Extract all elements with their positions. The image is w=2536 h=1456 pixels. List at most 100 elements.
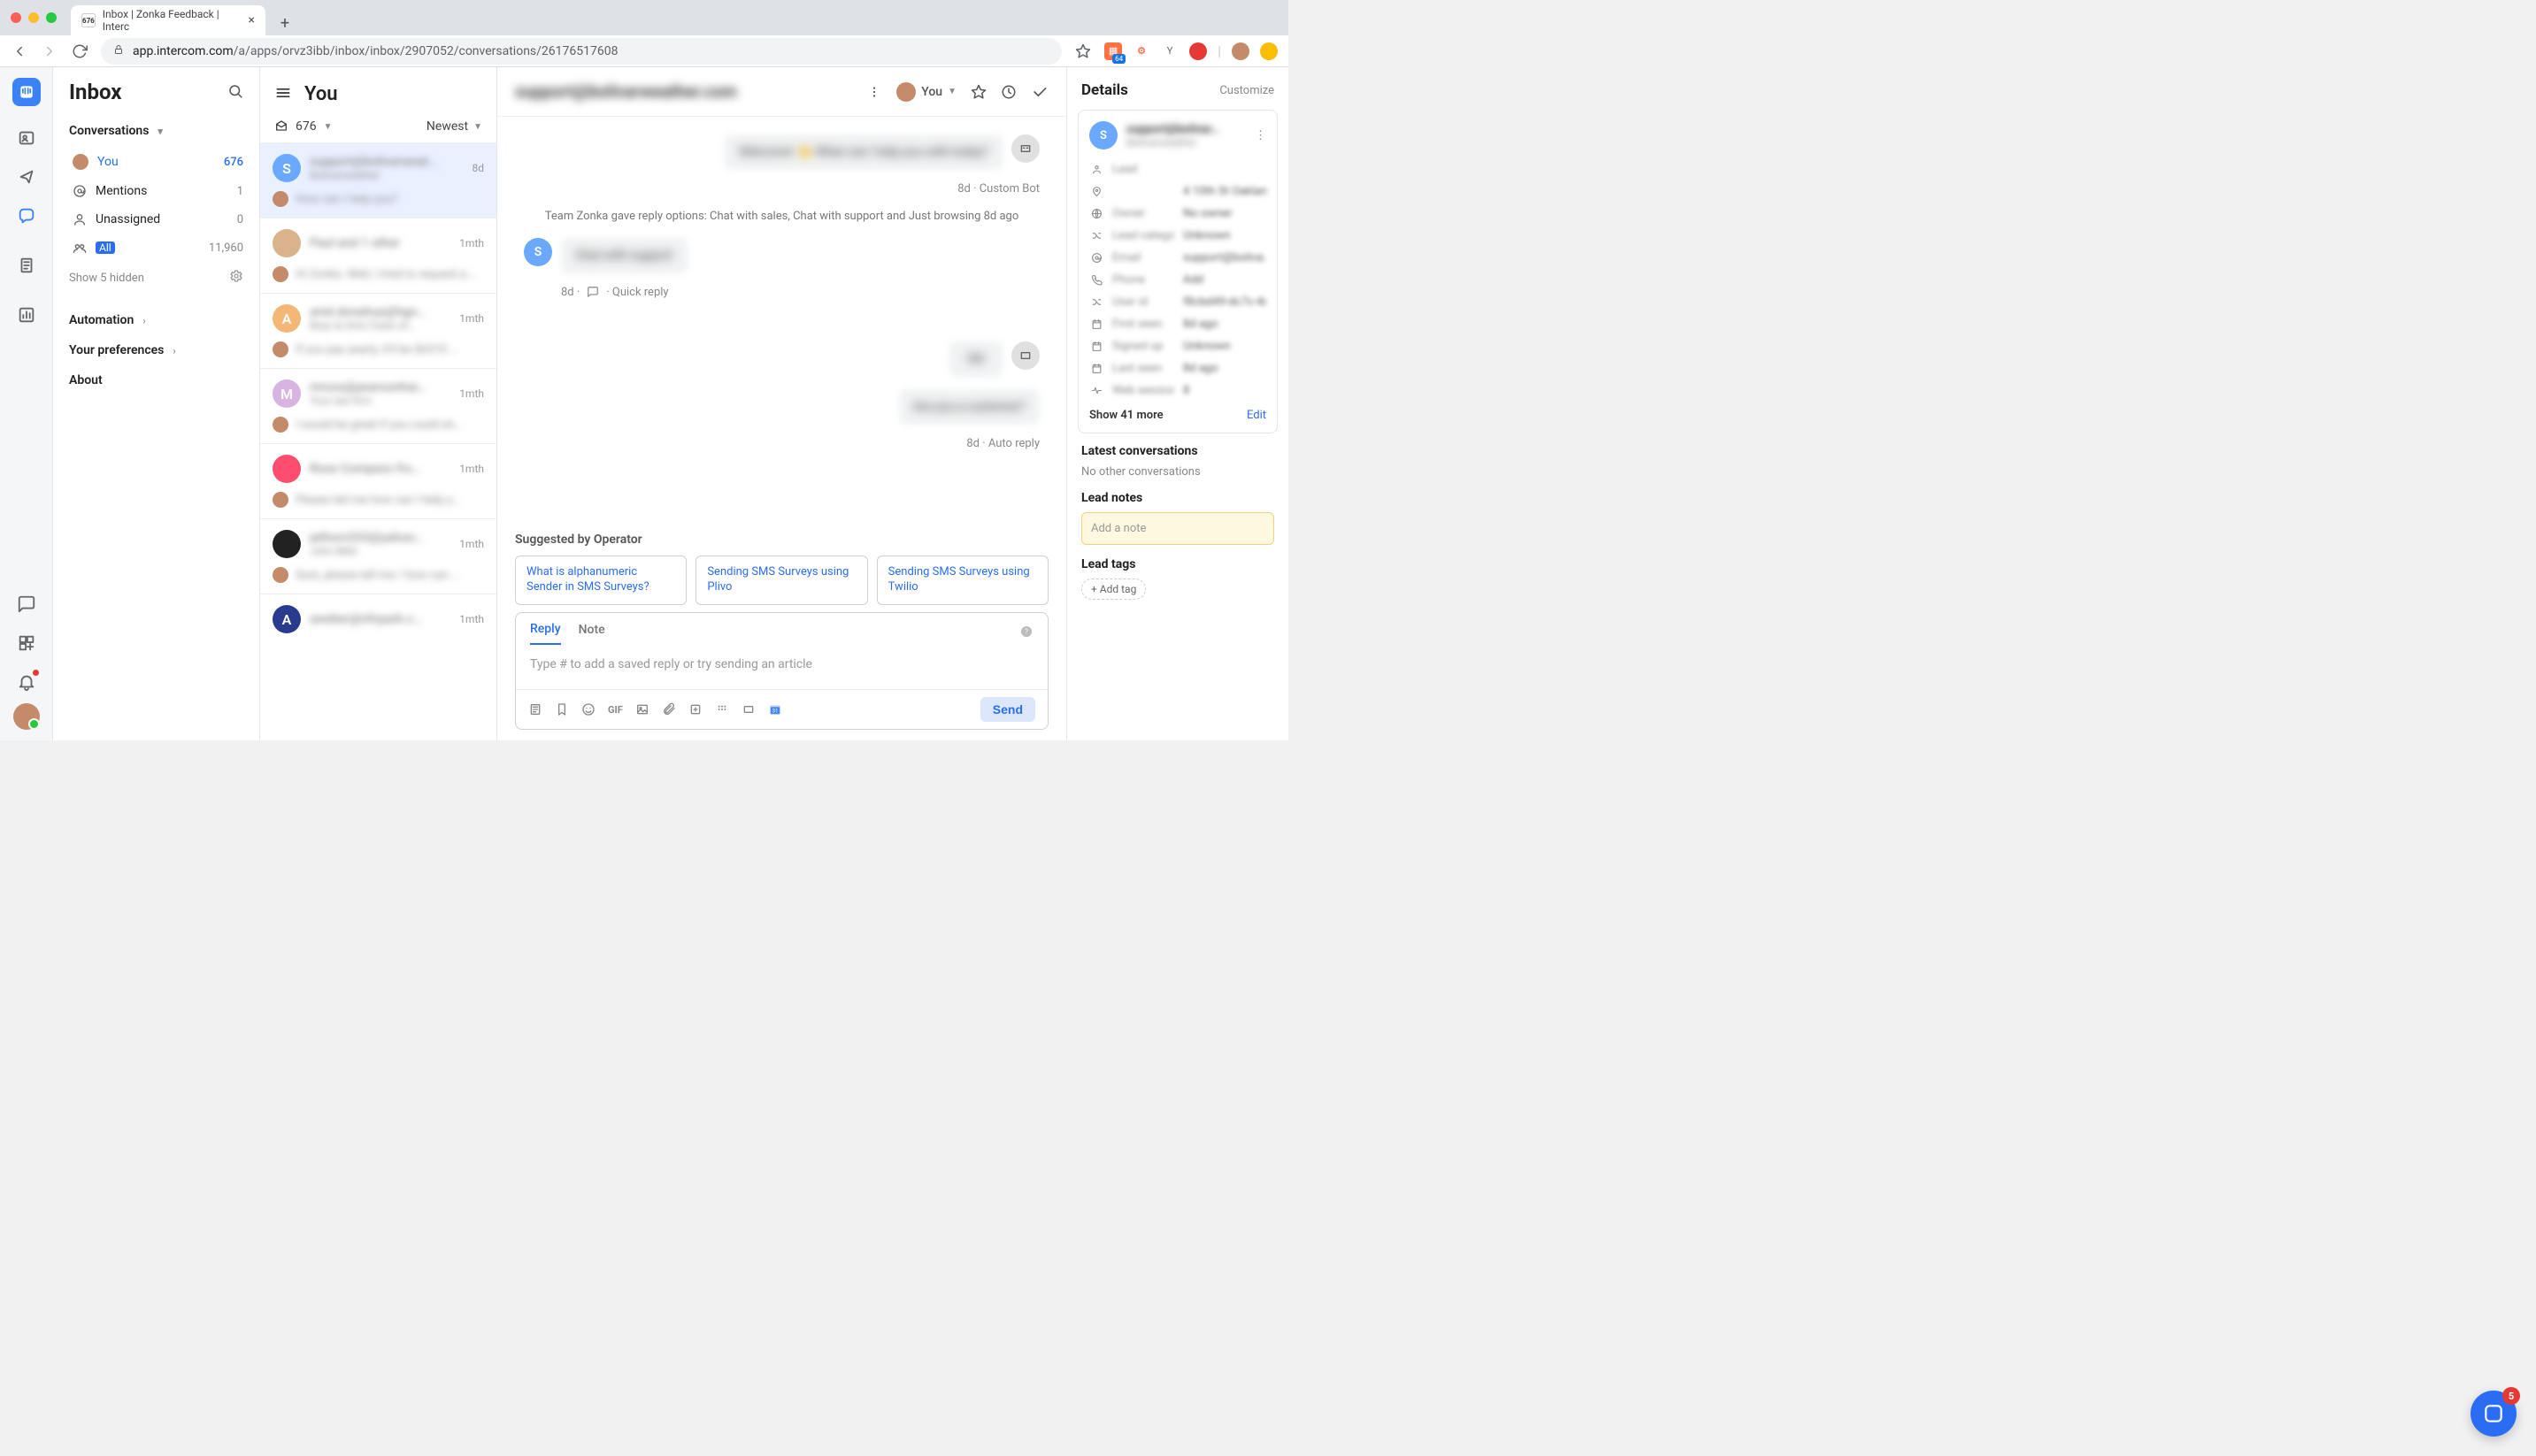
attachment-icon[interactable] [662,702,676,717]
about-link[interactable]: About [69,366,243,395]
conversation-item[interactable]: Aaweber@nfcpark.c…1mth [260,594,496,644]
saved-reply-icon[interactable] [528,702,542,717]
chevron-right-icon: › [173,345,175,356]
show-more-button[interactable]: Show 41 more [1089,409,1164,422]
help-icon[interactable]: ? [1019,625,1034,642]
detail-row: OwnerNo owner [1089,203,1266,225]
reply-tab[interactable]: Reply [530,622,561,645]
tab-close-icon[interactable]: × [249,13,255,27]
rail-outbound-icon[interactable] [9,159,44,195]
rail-reports-icon[interactable] [9,297,44,333]
conversation-item[interactable]: jathorn333@yahoo…John Bibb1mthSure, plea… [260,518,496,594]
emoji-icon[interactable] [581,702,596,717]
bookmark-star-icon[interactable] [1074,42,1092,60]
conversations-section-toggle[interactable]: Conversations ▾ [69,117,243,145]
assignee-dropdown[interactable]: You ▼ [896,82,957,102]
grid-icon[interactable] [715,702,729,717]
automation-link[interactable]: Automation › [69,306,243,334]
card-icon[interactable] [742,702,756,717]
detail-row: Signed upUnknown [1089,335,1266,357]
inbox-filter-mentions[interactable]: Mentions 1 [73,177,243,205]
calendar-icon[interactable]: 31 [768,702,782,717]
conv-title: Rose Compass fro… [310,462,450,476]
inbox-filter-all[interactable]: All 11,960 [73,234,243,262]
rail-inbox-icon[interactable] [9,198,44,234]
extension-hubspot-icon[interactable]: ⚙ [1133,42,1150,60]
edit-link[interactable]: Edit [1247,409,1266,422]
maximize-window[interactable] [46,12,57,23]
note-tab[interactable]: Note [579,623,605,644]
nav-reload-button[interactable] [71,42,88,60]
rail-articles-icon[interactable] [9,248,44,283]
extension-icon[interactable]: ▦64 [1104,42,1122,60]
conversation-item[interactable]: Mmross@pearsonhar…Your law firm1mthI wou… [260,368,496,443]
sort-dropdown[interactable]: Newest ▼ [427,119,482,134]
send-button[interactable]: Send [980,697,1035,722]
detail-row: Last seen8d ago [1089,357,1266,379]
rail-chat-icon[interactable] [9,586,44,622]
rail-contacts-icon[interactable] [9,120,44,156]
open-count-dropdown[interactable]: 676 ▼ [274,119,333,134]
intercom-logo[interactable] [12,78,41,106]
add-note-input[interactable]: Add a note [1081,512,1274,545]
gear-icon[interactable] [229,269,243,287]
message-timestamp: 8d · Auto reply [524,437,1040,450]
conversation-item[interactable]: Rose Compass fro…1mthPlease tell me how … [260,443,496,518]
inbox-filter-you[interactable]: You 676 [73,147,243,177]
conversation-item[interactable]: Aariel.donahue@hgn…Boys & Girls Clubs of… [260,293,496,368]
close-check-icon[interactable] [1031,83,1049,101]
shuffle-icon [1089,230,1103,241]
conv-preview: Please tell me how can I help y… [296,494,459,507]
conversation-item[interactable]: Paul and 1 other1mthHi Zonka. Well, I tr… [260,218,496,293]
extension-icon[interactable] [1189,42,1207,60]
new-tab-button[interactable]: + [273,11,297,35]
more-menu-icon[interactable] [866,84,882,100]
inbox-filter-unassigned[interactable]: Unassigned 0 [73,205,243,234]
suggested-article[interactable]: Sending SMS Surveys using Twilio [877,556,1049,605]
browser-tab-active[interactable]: 676 Inbox | Zonka Feedback | Interc × [71,5,265,35]
extension-icon[interactable]: Y [1161,42,1179,60]
conversation-title: support@bolivarweather.com [515,81,737,102]
search-icon[interactable] [227,80,243,104]
conversation-list: You 676 ▼ Newest ▼ Ssupport@bolivarweat…… [260,67,497,740]
snooze-clock-icon[interactable] [1001,84,1017,100]
avatar-icon [896,82,916,102]
hamburger-icon[interactable] [274,84,292,105]
intercom-launcher[interactable]: 5 [2471,1391,2517,1437]
image-icon[interactable] [635,702,649,717]
list-title: You [304,83,338,105]
minimize-window[interactable] [28,12,39,23]
rail-apps-icon[interactable] [9,625,44,661]
show-hidden-button[interactable]: Show 5 hidden [69,264,243,292]
conversation-item[interactable]: Ssupport@bolivarweat…Bolivarweather8dHow… [260,142,496,218]
detail-key: Web sessions [1112,384,1174,397]
user-icon [1089,164,1103,175]
bookmark-icon[interactable] [555,702,569,717]
app-icon[interactable] [688,702,703,717]
customize-link[interactable]: Customize [1219,84,1274,97]
detail-value: 4 10th St Oakland, CA, Unit… [1183,185,1266,198]
chevron-down-icon: ▾ [158,126,163,137]
detail-key: Lead category [1112,229,1174,242]
suggested-article[interactable]: What is alphanumeric Sender in SMS Surve… [515,556,687,605]
extension-icon[interactable] [1260,42,1278,60]
shuffle-icon [1089,296,1103,308]
detail-value: Unknown [1183,229,1266,242]
suggested-article[interactable]: Sending SMS Surveys using Plivo [695,556,867,605]
add-tag-button[interactable]: + Add tag [1081,579,1146,600]
system-message: Team Zonka gave reply options: Chat with… [524,208,1040,226]
address-bar[interactable]: app.intercom.com/a/apps/orvz3ibb/inbox/i… [101,38,1062,65]
lead-menu-icon[interactable]: ⋮ [1255,129,1266,142]
star-icon[interactable] [971,84,987,100]
conv-title: mross@pearsonhar… [310,380,450,395]
profile-avatar-icon[interactable] [1232,42,1249,60]
lead-avatar-icon: S [1089,121,1118,149]
preferences-link[interactable]: Your preferences › [69,336,243,364]
lock-icon [113,44,124,57]
nav-back-button[interactable] [11,42,28,60]
close-window[interactable] [11,12,21,23]
rail-notifications-icon[interactable] [9,664,44,700]
rail-profile-avatar[interactable] [13,703,40,730]
gif-icon[interactable]: GIF [608,704,623,716]
composer-input[interactable]: Type # to add a saved reply or try sendi… [516,645,1048,689]
